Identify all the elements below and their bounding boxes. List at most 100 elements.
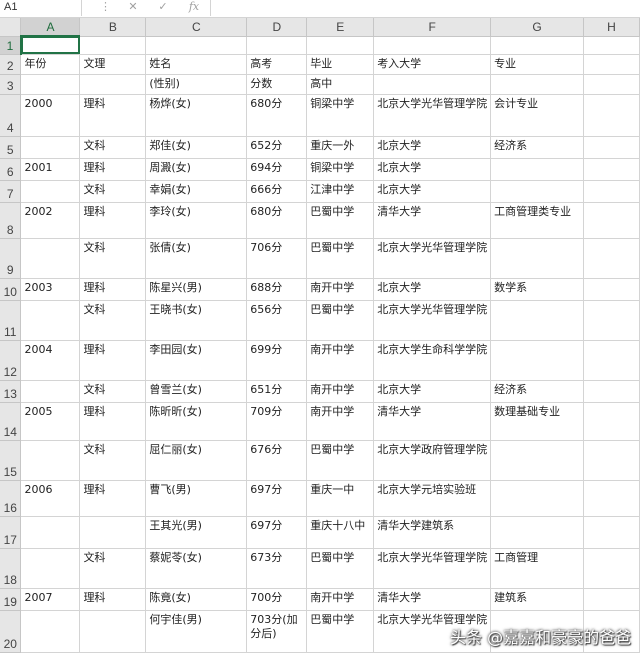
- cell[interactable]: [79, 36, 147, 55]
- row-header[interactable]: 9: [0, 238, 22, 279]
- cell[interactable]: 文科: [79, 440, 147, 481]
- column-header[interactable]: A: [20, 18, 81, 37]
- cell[interactable]: 巴蜀中学: [306, 548, 375, 589]
- cell[interactable]: 工商管理类专业: [490, 202, 584, 239]
- cell[interactable]: 李玲(女): [145, 202, 248, 239]
- cell[interactable]: 北京大学生命科学学院: [373, 340, 492, 381]
- cell[interactable]: 分数: [246, 74, 308, 95]
- cell[interactable]: [583, 74, 640, 95]
- cell[interactable]: [583, 238, 640, 279]
- cell[interactable]: [490, 300, 584, 341]
- cell[interactable]: 文科: [79, 136, 147, 159]
- cell[interactable]: [583, 516, 640, 549]
- column-header[interactable]: H: [583, 18, 640, 37]
- cell[interactable]: [490, 516, 584, 549]
- cell[interactable]: (性别): [145, 74, 248, 95]
- column-header[interactable]: D: [246, 18, 308, 37]
- cell[interactable]: [373, 74, 492, 95]
- cell[interactable]: 北京大学: [373, 380, 492, 403]
- enter-icon[interactable]: ✓: [156, 0, 170, 16]
- cell[interactable]: 北京大学: [373, 136, 492, 159]
- cell[interactable]: 幸娟(女): [145, 180, 248, 203]
- cell[interactable]: 理科: [79, 480, 147, 517]
- row-header[interactable]: 10: [0, 278, 22, 301]
- cell[interactable]: 周澱(女): [145, 158, 248, 181]
- cell[interactable]: 何宇佳(男): [145, 610, 248, 653]
- cell[interactable]: [583, 380, 640, 403]
- cell[interactable]: [490, 440, 584, 481]
- cell[interactable]: 南开中学: [306, 588, 375, 611]
- cell[interactable]: 重庆一外: [306, 136, 375, 159]
- cell[interactable]: 理科: [79, 588, 147, 611]
- row-header[interactable]: 19: [0, 588, 22, 611]
- cell[interactable]: [79, 516, 147, 549]
- cell[interactable]: 巴蜀中学: [306, 202, 375, 239]
- cell[interactable]: [490, 340, 584, 381]
- cell[interactable]: 重庆十八中: [306, 516, 375, 549]
- cell[interactable]: 697分: [246, 480, 308, 517]
- row-header[interactable]: 12: [0, 340, 22, 381]
- cell[interactable]: 南开中学: [306, 340, 375, 381]
- cell[interactable]: 姓名: [145, 54, 248, 75]
- cell[interactable]: [20, 548, 81, 589]
- cell[interactable]: 数理基础专业: [490, 402, 584, 441]
- cell[interactable]: [20, 136, 81, 159]
- cell[interactable]: 王其光(男): [145, 516, 248, 549]
- cell[interactable]: [583, 158, 640, 181]
- cell[interactable]: [583, 340, 640, 381]
- cell[interactable]: 考入大学: [373, 54, 492, 75]
- cell[interactable]: 688分: [246, 278, 308, 301]
- cell[interactable]: 北京大学光华管理学院: [373, 94, 492, 137]
- cell[interactable]: [490, 158, 584, 181]
- row-header[interactable]: 7: [0, 180, 22, 203]
- cell[interactable]: 曹飞(男): [145, 480, 248, 517]
- cell[interactable]: 2005: [20, 402, 81, 441]
- row-header[interactable]: 8: [0, 202, 22, 239]
- cell[interactable]: 理科: [79, 158, 147, 181]
- cell[interactable]: 694分: [246, 158, 308, 181]
- cell[interactable]: 巴蜀中学: [306, 300, 375, 341]
- cell[interactable]: 文科: [79, 238, 147, 279]
- cell[interactable]: 郑佳(女): [145, 136, 248, 159]
- cell[interactable]: 703分(加分后): [246, 610, 308, 653]
- cell[interactable]: 理科: [79, 278, 147, 301]
- cell[interactable]: [20, 516, 81, 549]
- column-header[interactable]: C: [145, 18, 248, 37]
- row-header[interactable]: 15: [0, 440, 22, 481]
- cell[interactable]: 697分: [246, 516, 308, 549]
- cell[interactable]: [583, 548, 640, 589]
- cell[interactable]: [583, 402, 640, 441]
- cell[interactable]: 2002: [20, 202, 81, 239]
- cell[interactable]: [20, 610, 81, 653]
- cell[interactable]: 陈竟(女): [145, 588, 248, 611]
- formula-input[interactable]: [212, 0, 640, 16]
- cell[interactable]: [490, 180, 584, 203]
- column-header[interactable]: B: [79, 18, 147, 37]
- cell[interactable]: [79, 610, 147, 653]
- row-header[interactable]: 11: [0, 300, 22, 341]
- cell[interactable]: [20, 380, 81, 403]
- cancel-icon[interactable]: ✕: [126, 0, 140, 16]
- cell[interactable]: [490, 238, 584, 279]
- select-all-corner[interactable]: [0, 18, 22, 37]
- cell[interactable]: 会计专业: [490, 94, 584, 137]
- cell[interactable]: 北京大学元培实验班: [373, 480, 492, 517]
- row-header[interactable]: 17: [0, 516, 22, 549]
- cell[interactable]: 高中: [306, 74, 375, 95]
- column-header[interactable]: G: [490, 18, 584, 37]
- cell[interactable]: 年份: [20, 54, 81, 75]
- cell[interactable]: 建筑系: [490, 588, 584, 611]
- cell[interactable]: 北京大学: [373, 180, 492, 203]
- row-header[interactable]: 2: [0, 54, 22, 75]
- cell[interactable]: 清华大学: [373, 202, 492, 239]
- cell[interactable]: [20, 74, 81, 95]
- row-header[interactable]: 1: [0, 36, 22, 55]
- cell[interactable]: 北京大学光华管理学院: [373, 238, 492, 279]
- cell[interactable]: 680分: [246, 202, 308, 239]
- cell[interactable]: 699分: [246, 340, 308, 381]
- name-box[interactable]: A1: [0, 0, 82, 16]
- cell[interactable]: 理科: [79, 202, 147, 239]
- cell[interactable]: 江津中学: [306, 180, 375, 203]
- cell[interactable]: [490, 480, 584, 517]
- cell[interactable]: 清华大学: [373, 402, 492, 441]
